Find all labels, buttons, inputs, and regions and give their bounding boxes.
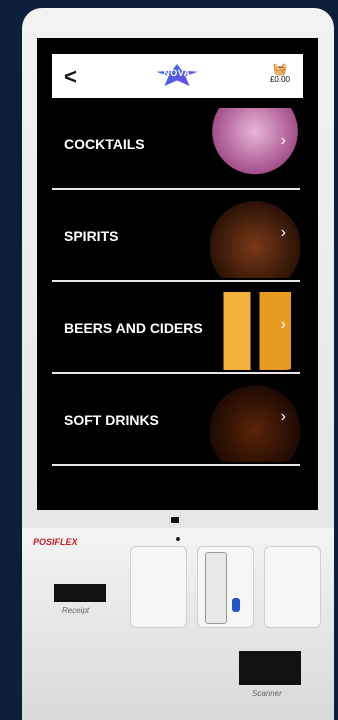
menu-item-cocktails[interactable]: COCKTAILS › bbox=[52, 98, 300, 190]
beer-image bbox=[210, 292, 300, 370]
chevron-right-icon: › bbox=[280, 224, 286, 241]
menu-item-label: BEERS AND CIDERS bbox=[64, 320, 203, 336]
basket-button[interactable]: 🧺 £0.00 bbox=[267, 63, 293, 84]
menu-item-label: COCKTAILS bbox=[64, 136, 145, 152]
camera-icon bbox=[171, 517, 179, 523]
menu-item-spirits[interactable]: SPIRITS › bbox=[52, 190, 300, 282]
menu-item-soft-drinks[interactable]: SOFT DRINKS › bbox=[52, 374, 300, 466]
menu-item-label: SOFT DRINKS bbox=[64, 412, 159, 428]
chevron-right-icon: › bbox=[280, 316, 286, 333]
spirits-image bbox=[210, 200, 300, 278]
menu-item-beers-ciders[interactable]: BEERS AND CIDERS › bbox=[52, 282, 300, 374]
basket-icon: 🧺 bbox=[272, 62, 288, 76]
back-button[interactable]: < bbox=[64, 64, 77, 90]
brand-logo-text: NOVA bbox=[163, 68, 191, 78]
chevron-right-icon: › bbox=[280, 132, 286, 149]
menu-item-label: SPIRITS bbox=[64, 228, 119, 244]
cocktail-image bbox=[210, 108, 300, 186]
indicator-dot bbox=[176, 537, 180, 541]
soft-drink-image bbox=[210, 384, 300, 462]
receipt-label: Receipt bbox=[62, 606, 90, 615]
receipt-printer bbox=[54, 584, 106, 602]
scanner-label: Scanner bbox=[252, 689, 282, 698]
chevron-right-icon: › bbox=[280, 408, 286, 425]
hardware-panel-right bbox=[264, 546, 321, 628]
barcode-scanner bbox=[239, 651, 301, 685]
card-reader bbox=[205, 552, 227, 624]
category-menu: COCKTAILS › SPIRITS › BEERS AND CIDERS ›… bbox=[52, 98, 300, 466]
basket-total: £0.00 bbox=[269, 75, 291, 84]
brand-label: POSIFLEX bbox=[33, 537, 78, 547]
header-bar: < NOVA 🧺 £0.00 bbox=[52, 54, 303, 98]
contactless-icon bbox=[232, 598, 240, 612]
hardware-panel-left bbox=[130, 546, 187, 628]
